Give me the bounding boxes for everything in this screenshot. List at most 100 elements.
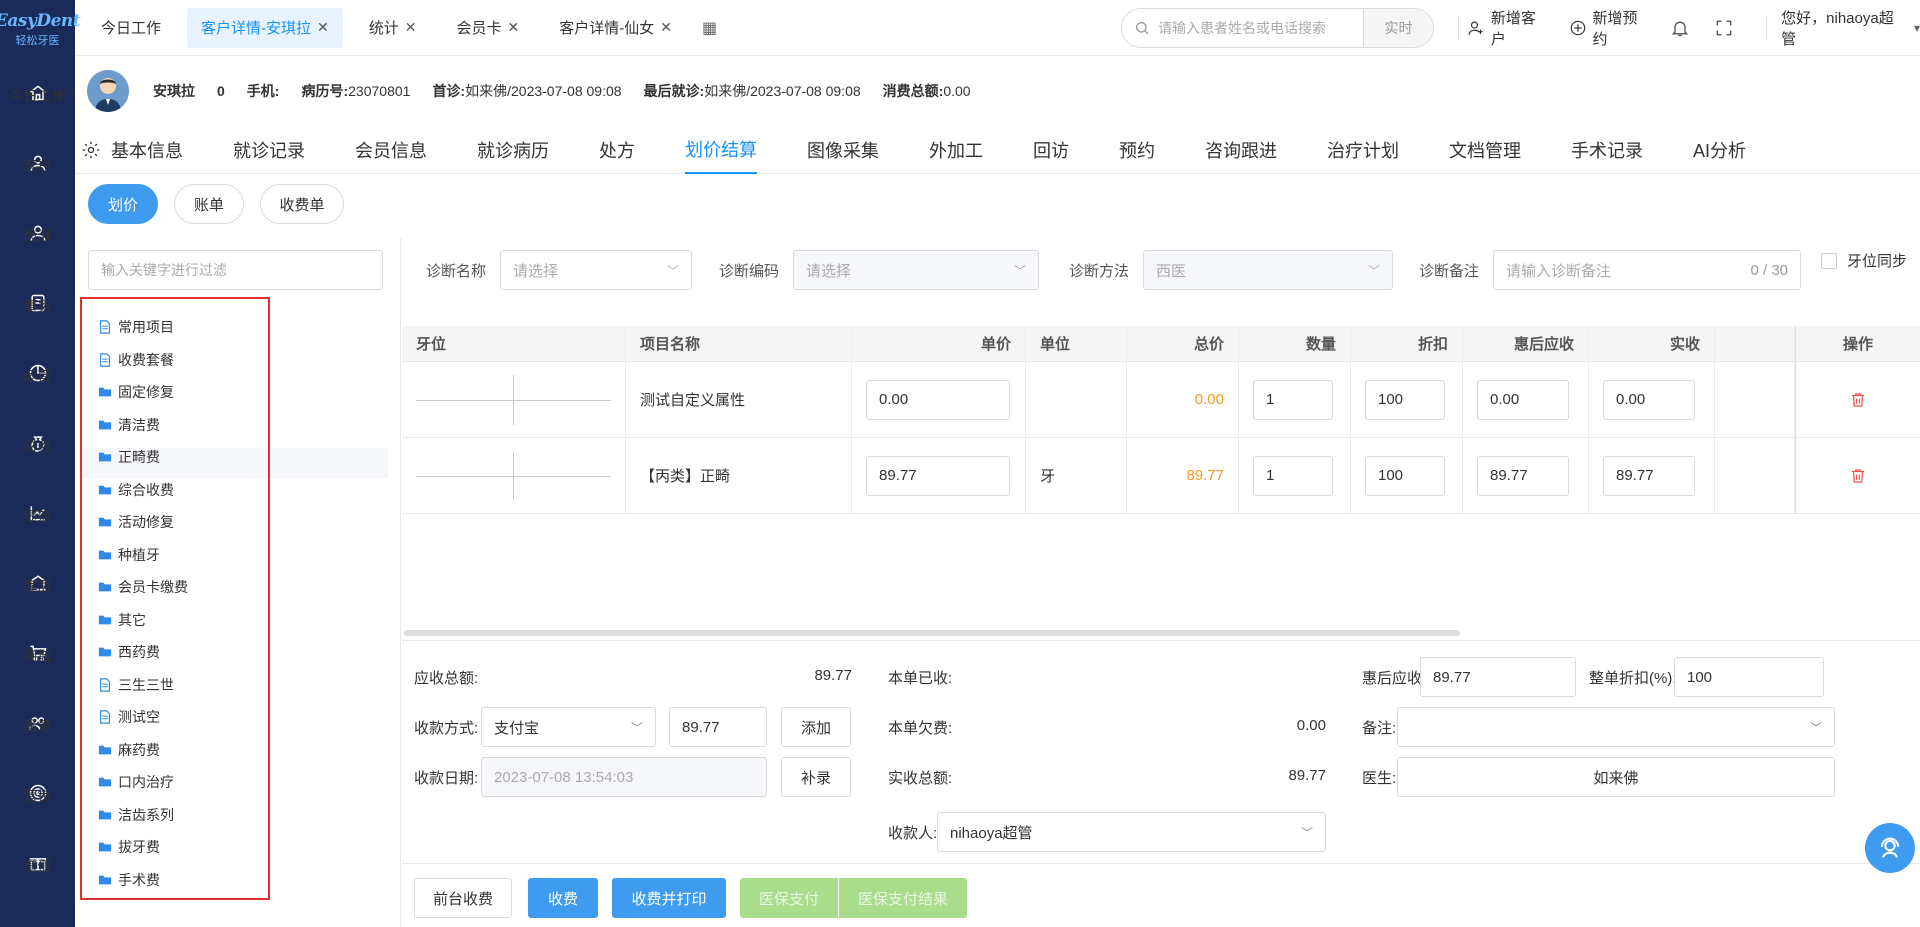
after-discount-input[interactable]: 89.77 [1477, 455, 1569, 496]
tab-customer-detail-fairy[interactable]: 客户详情-仙女 ✕ [545, 8, 686, 48]
nav-tab-4[interactable]: 处方 [599, 126, 635, 174]
notification-button[interactable] [1670, 18, 1696, 38]
tooth-sync-checkbox[interactable] [1821, 252, 1837, 269]
charge-and-print-button[interactable]: 收费并打印 [612, 878, 726, 918]
customer-service-button[interactable] [1865, 823, 1915, 873]
add-payment-button[interactable]: 添加 [781, 707, 851, 747]
payee-select[interactable]: nihaoya超管 ﹀ [937, 812, 1326, 852]
diagnosis-code-select[interactable]: 请选择 ﹀ [793, 250, 1040, 290]
discount-input[interactable]: 100 [1365, 379, 1445, 420]
nav-tab-11[interactable]: 治疗计划 [1327, 126, 1399, 174]
sidebar-item-9[interactable]: 医患 [0, 688, 75, 758]
close-icon[interactable]: ✕ [660, 19, 672, 36]
whole-discount-input[interactable]: 100 [1674, 657, 1824, 697]
discount-input[interactable]: 100 [1365, 455, 1445, 496]
tree-item[interactable]: 活动修复 [98, 508, 174, 536]
sidebar-item-3[interactable]: 事务 [0, 268, 75, 338]
search-input[interactable] [1158, 20, 1363, 36]
tree-item[interactable]: 拔牙费 [98, 833, 160, 861]
tree-item[interactable]: 固定修复 [98, 378, 174, 406]
tooth-position-chart[interactable] [416, 450, 611, 501]
new-appointment-button[interactable]: 新增预约 [1569, 7, 1653, 49]
nav-tab-6[interactable]: 图像采集 [807, 126, 879, 174]
payment-date-input[interactable]: 2023-07-08 13:54:03 [481, 757, 767, 797]
tree-item[interactable]: 口内治疗 [98, 768, 174, 796]
tree-item[interactable]: 洁齿系列 [98, 801, 174, 829]
close-icon[interactable]: ✕ [405, 19, 417, 36]
paid-input[interactable]: 0.00 [1603, 379, 1695, 420]
tree-filter-input[interactable]: 输入关键字进行过滤 [88, 250, 383, 290]
tree-item[interactable]: 测试空 [98, 703, 160, 731]
nav-tab-7[interactable]: 外加工 [929, 126, 983, 174]
tree-item[interactable]: 其它 [98, 606, 146, 634]
grid-icon[interactable]: ▦ [702, 18, 717, 38]
delete-button[interactable] [1795, 438, 1920, 513]
tree-item[interactable]: 清洁费 [98, 411, 160, 439]
nav-tab-10[interactable]: 咨询跟进 [1205, 126, 1277, 174]
insurance-result-button[interactable]: 医保支付结果 [839, 878, 967, 918]
charge-button[interactable]: 收费 [528, 878, 598, 918]
fullscreen-button[interactable] [1714, 18, 1740, 38]
tree-item[interactable]: 常用项目 [98, 313, 174, 341]
sidebar-item-6[interactable]: 绩效 [0, 478, 75, 548]
tree-item[interactable]: 三生三世 [98, 671, 174, 699]
sidebar-item-0[interactable]: 今日工作 [0, 58, 75, 128]
tree-item[interactable]: 西药费 [98, 638, 160, 666]
delete-button[interactable] [1795, 362, 1920, 437]
after-discount-input[interactable]: 0.00 [1477, 379, 1569, 420]
user-menu[interactable]: 您好，nihaoya超管 ▾ [1781, 7, 1920, 49]
tab-customer-detail-angela[interactable]: 客户详情-安琪拉 ✕ [187, 7, 343, 48]
tree-item[interactable]: 种植牙 [98, 541, 160, 569]
close-icon[interactable]: ✕ [317, 19, 329, 36]
sidebar-item-7[interactable]: 库房 [0, 548, 75, 618]
quantity-input[interactable]: 1 [1253, 379, 1333, 420]
sidebar-item-8[interactable]: 商城 [0, 618, 75, 688]
paid-input[interactable]: 89.77 [1603, 455, 1695, 496]
tree-item[interactable]: 综合收费 [98, 476, 174, 504]
payment-method-select[interactable]: 支付宝 ﹀ [481, 707, 656, 747]
nav-tab-2[interactable]: 会员信息 [355, 126, 427, 174]
sidebar-item-4[interactable]: 运营 [0, 338, 75, 408]
nav-tab-5[interactable]: 划价结算 [685, 126, 757, 174]
tree-item[interactable]: 收费套餐 [98, 346, 174, 374]
nav-tab-12[interactable]: 文档管理 [1449, 126, 1521, 174]
front-desk-charge-button[interactable]: 前台收费 [414, 878, 512, 918]
diagnosis-remark-input[interactable]: 请输入诊断备注 0 / 30 [1493, 250, 1802, 290]
sidebar-item-1[interactable]: 客户 [0, 128, 75, 198]
tab-today[interactable]: 今日工作 [87, 8, 175, 48]
nav-tab-14[interactable]: AI分析 [1693, 126, 1746, 174]
backfill-button[interactable]: 补录 [781, 757, 851, 797]
insurance-pay-button[interactable]: 医保支付 [740, 878, 838, 918]
doctor-select[interactable]: 如来佛 [1397, 757, 1835, 797]
sidebar-item-11[interactable]: 增值 [0, 828, 75, 898]
tab-statistics[interactable]: 统计 ✕ [355, 8, 431, 48]
nav-tab-8[interactable]: 回访 [1033, 126, 1069, 174]
remark-select[interactable]: ﹀ [1397, 707, 1835, 747]
receipt-button[interactable]: 收费单 [260, 184, 344, 224]
new-customer-button[interactable]: 新增客户 [1467, 7, 1551, 49]
tree-item[interactable]: 正畸费 [98, 443, 160, 471]
sidebar-item-5[interactable]: 财务 [0, 408, 75, 478]
realtime-button[interactable]: 实时 [1363, 9, 1433, 47]
tree-item[interactable]: 手术费 [98, 866, 160, 894]
nav-tab-1[interactable]: 就诊记录 [233, 126, 305, 174]
nav-tab-13[interactable]: 手术记录 [1571, 126, 1643, 174]
pricing-button[interactable]: 划价 [88, 184, 158, 224]
tooth-position-chart[interactable] [416, 374, 611, 425]
nav-tab-9[interactable]: 预约 [1119, 126, 1155, 174]
diagnosis-method-select[interactable]: 西医 ﹀ [1143, 250, 1394, 290]
nav-tab-0[interactable]: 基本信息 [81, 126, 183, 174]
after-discount-input[interactable]: 89.77 [1420, 657, 1576, 697]
sidebar-item-2[interactable]: 齿湃 [0, 198, 75, 268]
payment-amount-input[interactable]: 89.77 [669, 707, 767, 747]
quantity-input[interactable]: 1 [1253, 455, 1333, 496]
nav-tab-3[interactable]: 就诊病历 [477, 126, 549, 174]
unit-price-input[interactable]: 89.77 [866, 455, 1010, 496]
sidebar-item-10[interactable]: 营销 [0, 758, 75, 828]
diagnosis-name-select[interactable]: 请选择 ﹀ [500, 250, 693, 290]
table-scrollbar[interactable] [404, 630, 1460, 636]
tree-item[interactable]: 麻药费 [98, 736, 160, 764]
bill-button[interactable]: 账单 [174, 184, 244, 224]
unit-price-input[interactable]: 0.00 [866, 379, 1010, 420]
tree-item[interactable]: 会员卡缴费 [98, 573, 188, 601]
